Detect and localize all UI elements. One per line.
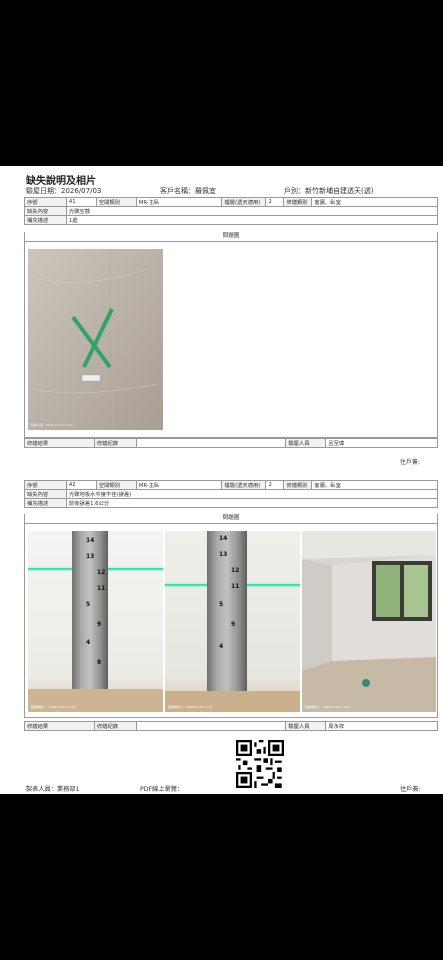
ruler-number: 14 — [86, 537, 95, 544]
report-title: 缺失說明及相片 — [26, 176, 96, 187]
qr-code-icon[interactable] — [236, 740, 284, 788]
pdf-online-view[interactable]: PDF線上瀏覽： — [140, 784, 183, 793]
note-value: 前後誤差1.6公分 — [65, 498, 439, 508]
content-label: 缺失內容 — [24, 489, 67, 499]
inspection-date: 驗屋日期：2026/07/03 — [26, 187, 102, 195]
space-label: 空間類別 — [95, 197, 137, 207]
location-value: 客廳、臥室 — [311, 480, 438, 490]
repair-record-value — [135, 721, 287, 731]
inspector-label: 驗屋人員 — [285, 721, 327, 731]
level-photo-1: 14 13 12 11 5 9 4 8 驗屋證據 1 : 2026-07-03 … — [28, 531, 163, 712]
repair-result-label: 修繕結果 — [24, 721, 95, 731]
floor-tile-photo: 驗屋日期 : 2026-07-03 13:00 — [28, 249, 163, 430]
repair-record-value — [135, 438, 287, 448]
location-label: 修繕類別 — [283, 480, 313, 490]
seq-label: 序號 — [24, 480, 67, 490]
record-42-table: 序號 42 空間類別 MR-主臥 樓層(透天適用) 2 修繕類別 客廳、臥室 缺… — [24, 480, 439, 508]
location-value: 客廳、臥室 — [311, 197, 438, 207]
ruler-number: 14 — [219, 535, 228, 542]
repair-record-label: 修繕紀錄 — [93, 438, 137, 448]
photo-timestamp: 驗屋日期 : 2026-07-03 13:00 — [31, 423, 73, 427]
space-label: 空間類別 — [95, 480, 137, 490]
photo-timestamp: 驗屋證據 2 : 2026-07-03 11:41 — [168, 705, 213, 709]
inspector-value: 周永祥 — [325, 721, 438, 731]
floor-value: 2 — [265, 480, 285, 490]
seq-label: 序號 — [24, 197, 67, 207]
floor-value: 2 — [265, 197, 285, 207]
photos-heading: 問題圖 — [25, 514, 437, 524]
inspector-value: 呂至璋 — [325, 438, 438, 448]
location-label: 修繕類別 — [283, 197, 313, 207]
seq-value: 41 — [65, 197, 97, 207]
photos-heading: 問題圖 — [25, 232, 437, 242]
ruler-number: 4 — [86, 639, 91, 646]
level-photo-2: 14 13 12 11 5 9 4 驗屋證據 2 : 2026-07-03 11… — [165, 531, 300, 712]
ruler-number: 4 — [219, 643, 224, 650]
inspector-label: 驗屋人員 — [285, 438, 327, 448]
note-label: 補充描述 — [24, 215, 67, 225]
ruler-number: 8 — [97, 659, 102, 666]
ruler-number: 12 — [231, 567, 240, 574]
report-maker: 製表人員：業務部1 — [26, 786, 80, 793]
ruler-number: 5 — [86, 601, 91, 608]
ruler-number: 12 — [97, 569, 106, 576]
ruler-number: 5 — [219, 601, 224, 608]
report-page: 缺失說明及相片 驗屋日期：2026/07/03 客戶名稱：羅佩宜 戶別：新竹新埔… — [0, 166, 443, 794]
resident-signature-footer: 住戶簽: — [400, 786, 421, 793]
note-label: 補充描述 — [24, 498, 67, 508]
floor-tile-drawing — [28, 249, 163, 430]
photo-timestamp: 驗屋證據 3 : 2026-07-03 11:42 — [305, 705, 350, 709]
photo-timestamp: 驗屋證據 1 : 2026-07-03 11:41 — [31, 705, 76, 709]
room-drawing — [302, 531, 436, 712]
room-photo: 驗屋證據 3 : 2026-07-03 11:42 — [302, 531, 436, 712]
repair-record-label: 修繕紀錄 — [93, 721, 137, 731]
floor-label: 樓層(透天適用) — [221, 197, 267, 207]
floor-label: 樓層(透天適用) — [221, 480, 267, 490]
record-42-result-table: 修繕結果 修繕紀錄 驗屋人員 周永祥 — [24, 721, 438, 731]
space-value: MR-主臥 — [135, 197, 223, 207]
ruler-number: 11 — [231, 583, 240, 590]
seq-value: 42 — [65, 480, 97, 490]
record-41-photos: 問題圖 驗屋日期 : 2026-07-03 13:00 — [24, 232, 438, 438]
content-label: 缺失內容 — [24, 206, 67, 216]
ruler-number: 11 — [97, 585, 106, 592]
ruler-number: 9 — [231, 621, 236, 628]
content-value: 光碟地板水平度不佳(誤差) — [65, 489, 439, 499]
repair-result-label: 修繕結果 — [24, 438, 95, 448]
record-42-photos: 問題圖 14 13 12 11 5 9 4 8 驗屋證據 1 : 2026-07… — [24, 514, 438, 718]
content-value: 光碟空鼓 — [65, 206, 439, 216]
resident-signature: 住戶簽: — [400, 459, 421, 466]
record-41-table: 序號 41 空間類別 MR-主臥 樓層(透天適用) 2 修繕類別 客廳、臥室 缺… — [24, 197, 439, 225]
unit-name: 戶別：新竹新埔自建透天(透) — [284, 187, 374, 195]
record-41-result-table: 修繕結果 修繕紀錄 驗屋人員 呂至璋 — [24, 438, 438, 448]
ruler-number: 13 — [219, 551, 228, 558]
customer-name: 客戶名稱：羅佩宜 — [160, 187, 216, 195]
note-value: 1處 — [65, 215, 439, 225]
ruler-number: 13 — [86, 553, 95, 560]
ruler-number: 9 — [97, 621, 102, 628]
space-value: MR-主臥 — [135, 480, 223, 490]
